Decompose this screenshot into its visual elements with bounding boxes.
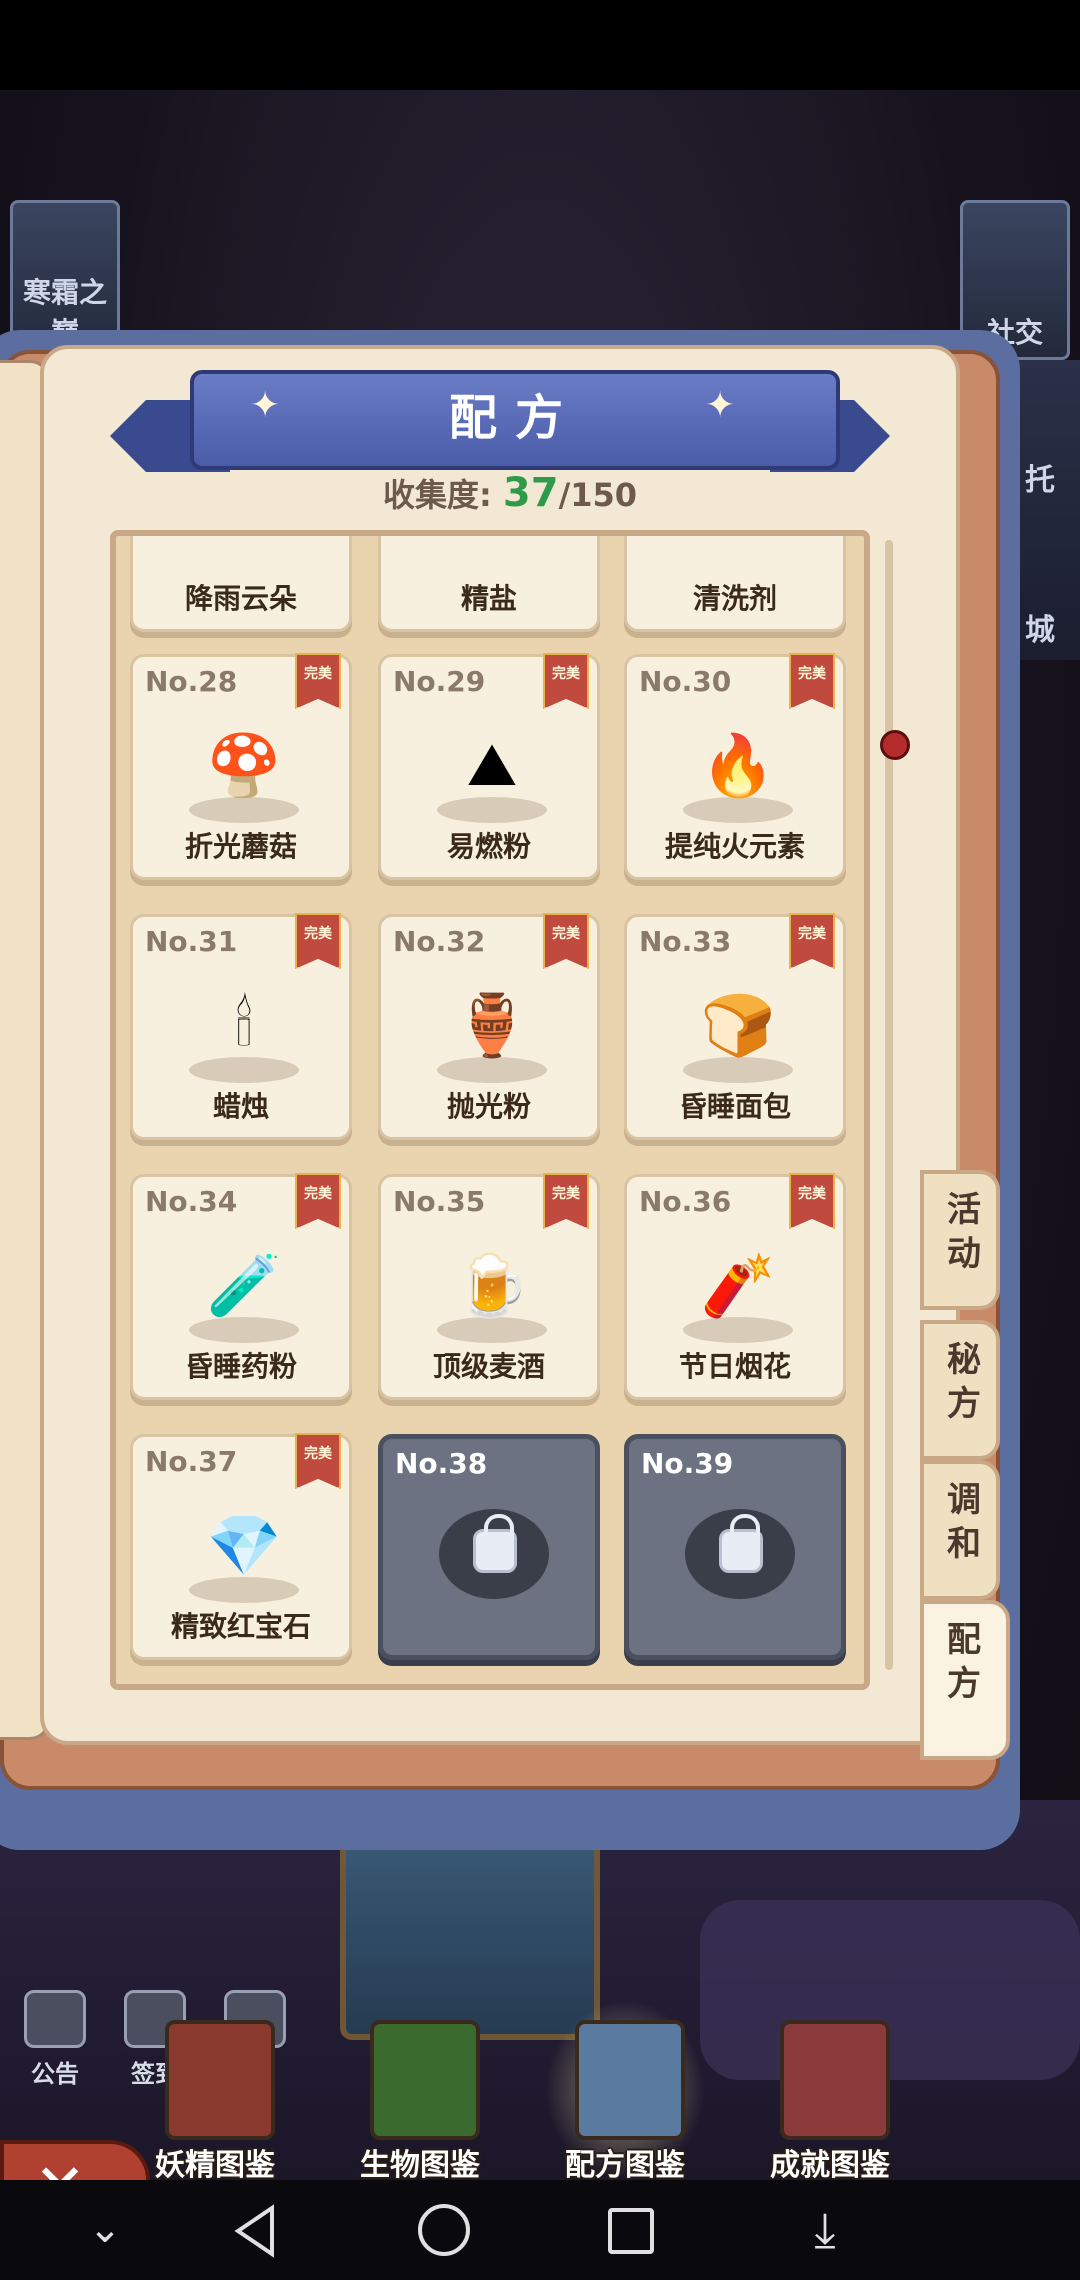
recipe-name: 清洗剂 bbox=[692, 582, 777, 615]
codex-tab-1[interactable]: 妖精图鉴 bbox=[115, 2010, 315, 2183]
perfect-badge: 完美 bbox=[295, 913, 341, 969]
recipe-number: No.35 bbox=[393, 1185, 486, 1218]
codex-tab-label: 配方图鉴 bbox=[565, 2148, 685, 2183]
codex-tab-3[interactable]: 配方图鉴 bbox=[525, 2000, 725, 2183]
recipe-card[interactable]: 清洗剂 bbox=[624, 536, 846, 632]
side-tab-label: 调和 bbox=[947, 1480, 981, 1564]
locked-recipe-card[interactable]: No.38 bbox=[378, 1434, 600, 1660]
side-tab-label: 配方 bbox=[947, 1620, 981, 1704]
codex-book-icon bbox=[780, 2020, 890, 2140]
recipe-number: No.29 bbox=[393, 665, 486, 698]
system-nav-bar: ⌄ ⤓ bbox=[0, 2180, 1080, 2280]
recipe-number: No.33 bbox=[639, 925, 732, 958]
codex-tab-label: 成就图鉴 bbox=[770, 2148, 890, 2183]
recipe-card[interactable]: No.28 完美 🍄 折光蘑菇 bbox=[130, 653, 352, 880]
codex-tab-2[interactable]: 生物图鉴 bbox=[320, 2010, 520, 2183]
recipe-number: No.28 bbox=[145, 665, 238, 698]
scrollbar-thumb[interactable] bbox=[880, 730, 910, 760]
recipe-number: No.36 bbox=[639, 1185, 732, 1218]
side-tab-2[interactable]: 秘方 bbox=[920, 1320, 1000, 1460]
side-tab-4[interactable]: 配方 bbox=[920, 1600, 1010, 1760]
chevron-down-icon[interactable]: ⌄ bbox=[80, 2206, 130, 2266]
perfect-badge: 完美 bbox=[295, 653, 341, 709]
side-tab-label: 活动 bbox=[947, 1190, 981, 1274]
home-icon[interactable] bbox=[418, 2204, 470, 2256]
recipe-grid[interactable]: 降雨云朵 精盐 清洗剂 No.28 完美 🍄 折光蘑菇 No.29 完美 ⛰ 易燃粉 No.30… bbox=[110, 530, 870, 1690]
perfect-badge: 完美 bbox=[789, 653, 835, 709]
recipe-number: No.31 bbox=[145, 925, 238, 958]
recipe-card[interactable]: No.31 完美 🕯 蜡烛 bbox=[130, 913, 352, 1140]
potion-icon: 🧪 bbox=[206, 1250, 282, 1321]
collection-label: 收集度: bbox=[382, 476, 492, 514]
fire-icon: 🔥 bbox=[700, 730, 776, 801]
candle-icon: 🕯 bbox=[235, 990, 253, 1060]
beer-mug-icon: 🍺 bbox=[454, 1250, 530, 1321]
recipe-card[interactable]: No.33 完美 🍞 昏睡面包 bbox=[624, 913, 846, 1140]
recipe-name: 精盐 bbox=[460, 582, 517, 615]
collection-current: 37 bbox=[502, 470, 559, 516]
recipe-name: 降雨云朵 bbox=[184, 582, 297, 615]
recipe-card[interactable]: No.35 完美 🍺 顶级麦酒 bbox=[378, 1173, 600, 1400]
collection-progress: 收集度: 37/150 bbox=[300, 470, 720, 516]
status-bar bbox=[0, 0, 1080, 90]
codex-book-icon bbox=[575, 2020, 685, 2140]
recipe-name: 易燃粉 bbox=[446, 830, 531, 863]
mushroom-icon: 🍄 bbox=[206, 730, 282, 801]
scrollbar-track[interactable] bbox=[885, 540, 893, 1670]
page-title: 配方 bbox=[448, 390, 581, 446]
codex-tab-4[interactable]: 成就图鉴 bbox=[730, 2010, 930, 2183]
recipe-card[interactable]: No.37 完美 💎 精致红宝石 bbox=[130, 1433, 352, 1660]
recipe-number: No.30 bbox=[639, 665, 732, 698]
recipe-name: 提纯火元素 bbox=[664, 830, 805, 863]
powder-pile-icon: ⛰ bbox=[466, 730, 518, 800]
recipe-card[interactable]: No.32 完美 🏺 抛光粉 bbox=[378, 913, 600, 1140]
bread-icon: 🍞 bbox=[700, 990, 776, 1061]
recipe-name: 折光蘑菇 bbox=[184, 830, 297, 863]
collection-total: /150 bbox=[558, 476, 638, 514]
recipe-name: 抛光粉 bbox=[446, 1090, 531, 1123]
firework-icon: 🧨 bbox=[700, 1250, 776, 1321]
recipe-number: No.39 bbox=[641, 1447, 734, 1480]
codex-nav: 妖精图鉴生物图鉴 配方图鉴 成就图鉴 bbox=[0, 2000, 1080, 2183]
recipe-name: 昏睡面包 bbox=[678, 1090, 791, 1123]
codex-book-icon bbox=[165, 2020, 275, 2140]
notification-pull-icon[interactable]: ⤓ bbox=[800, 2202, 850, 2262]
recipe-number: No.37 bbox=[145, 1445, 238, 1478]
recipe-card[interactable]: No.34 完美 🧪 昏睡药粉 bbox=[130, 1173, 352, 1400]
lock-icon bbox=[719, 1514, 763, 1573]
jar-icon: 🏺 bbox=[454, 990, 530, 1061]
perfect-badge: 完美 bbox=[543, 913, 589, 969]
perfect-badge: 完美 bbox=[543, 653, 589, 709]
recipe-name: 顶级麦酒 bbox=[432, 1350, 545, 1383]
recipe-number: No.32 bbox=[393, 925, 486, 958]
lock-icon bbox=[473, 1514, 517, 1573]
back-icon[interactable] bbox=[230, 2204, 280, 2258]
perfect-badge: 完美 bbox=[295, 1433, 341, 1489]
side-tab-3[interactable]: 调和 bbox=[920, 1460, 1000, 1600]
recents-icon[interactable] bbox=[608, 2208, 654, 2254]
recipe-number: No.34 bbox=[145, 1185, 238, 1218]
recipe-card[interactable]: 降雨云朵 bbox=[130, 536, 352, 632]
recipe-name: 蜡烛 bbox=[212, 1090, 269, 1123]
recipe-card[interactable]: No.30 完美 🔥 提纯火元素 bbox=[624, 653, 846, 880]
side-tab-1[interactable]: 活动 bbox=[920, 1170, 1000, 1310]
codex-book-icon bbox=[370, 2020, 480, 2140]
recipe-card[interactable]: 精盐 bbox=[378, 536, 600, 632]
recipe-number: No.38 bbox=[395, 1447, 488, 1480]
perfect-badge: 完美 bbox=[789, 1173, 835, 1229]
recipe-name: 节日烟花 bbox=[678, 1350, 791, 1383]
recipe-name: 精致红宝石 bbox=[170, 1610, 311, 1643]
ruby-icon: 💎 bbox=[206, 1510, 282, 1581]
locked-recipe-card[interactable]: No.39 bbox=[624, 1434, 846, 1660]
recipe-card[interactable]: No.36 完美 🧨 节日烟花 bbox=[624, 1173, 846, 1400]
perfect-badge: 完美 bbox=[295, 1173, 341, 1229]
recipe-card[interactable]: No.29 完美 ⛰ 易燃粉 bbox=[378, 653, 600, 880]
perfect-badge: 完美 bbox=[789, 913, 835, 969]
side-tab-label: 秘方 bbox=[947, 1340, 981, 1424]
recipe-name: 昏睡药粉 bbox=[184, 1350, 297, 1383]
codex-tab-label: 生物图鉴 bbox=[360, 2148, 480, 2183]
perfect-badge: 完美 bbox=[543, 1173, 589, 1229]
